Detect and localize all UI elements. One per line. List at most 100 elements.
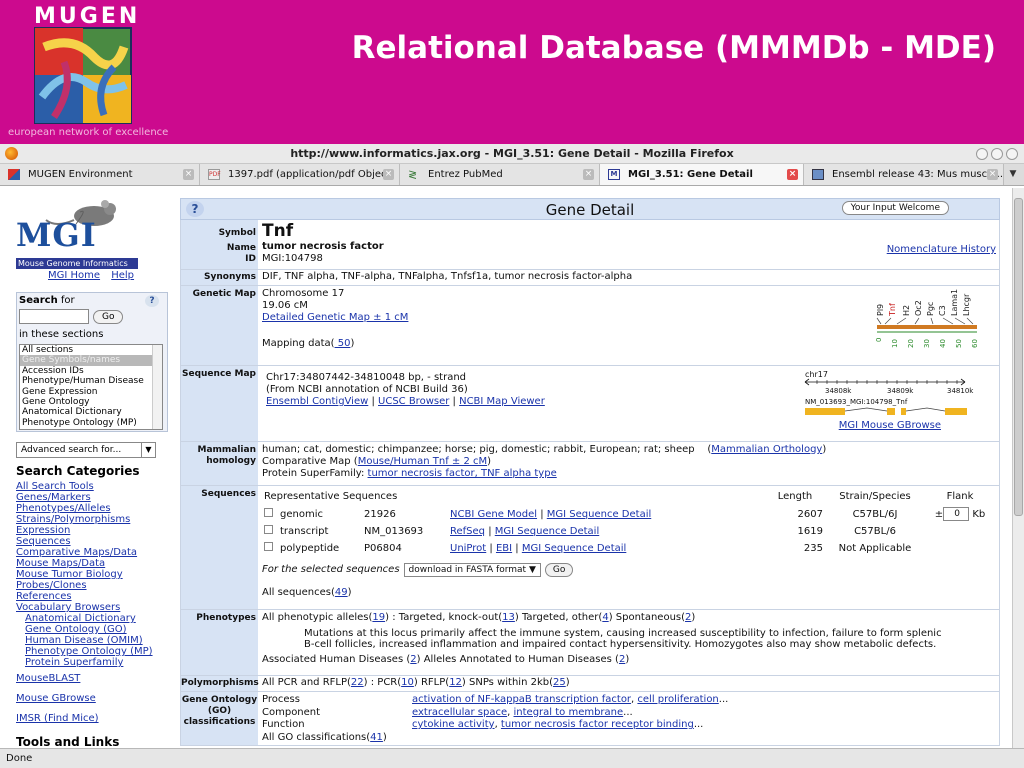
tab-pdf[interactable]: PDF 1397.pdf (application/pdf Object) × xyxy=(200,164,400,185)
table-row: genomic 21926 NCBI Gene Model | MGI Sequ… xyxy=(262,505,995,523)
pcr-link[interactable]: 10 xyxy=(401,677,414,688)
mouseblast-link[interactable]: MouseBLAST xyxy=(16,673,99,684)
gene-id: MGI:104798 xyxy=(262,253,323,264)
go-component-link[interactable]: extracellular space xyxy=(412,707,507,718)
ncbi-gene-model-link[interactable]: NCBI Gene Model xyxy=(450,509,537,520)
tab-mugen-environment[interactable]: MUGEN Environment × xyxy=(0,164,200,185)
select-checkbox[interactable] xyxy=(264,507,273,517)
pcr-rflp-link[interactable]: 22 xyxy=(351,677,364,688)
all-sequences-link[interactable]: 49 xyxy=(335,587,348,598)
rflp-link[interactable]: 12 xyxy=(449,677,462,688)
go-process-link[interactable]: cell proliferation xyxy=(637,694,718,705)
map-tick: 0 xyxy=(875,338,883,342)
snps-link[interactable]: 25 xyxy=(553,677,566,688)
phenotypic-alleles-link[interactable]: 19 xyxy=(372,612,385,623)
category-link[interactable]: Vocabulary Browsers xyxy=(16,602,153,613)
download-format-select[interactable]: download in FASTA format ▼ xyxy=(403,563,541,577)
tab-mgi-gene-detail[interactable]: M MGI_3.51: Gene Detail × xyxy=(600,164,804,185)
list-item[interactable]: Anatomical Dictionary xyxy=(20,407,162,417)
list-item[interactable]: Gene Ontology xyxy=(20,397,162,407)
mgi-sequence-detail-link[interactable]: MGI Sequence Detail xyxy=(522,543,626,554)
category-link[interactable]: All Search Tools xyxy=(16,481,153,492)
tab-list-dropdown[interactable]: ▼ xyxy=(1004,164,1022,185)
mgi-mouse-gbrowse-link[interactable]: MGI Mouse GBrowse xyxy=(839,420,941,432)
comparative-map-link[interactable]: Mouse/Human Tnf ± 2 cM xyxy=(358,456,487,467)
list-item[interactable]: All sections xyxy=(20,345,162,355)
mgi-sequence-detail-link[interactable]: MGI Sequence Detail xyxy=(547,509,651,520)
seq-tick: 34809k xyxy=(887,387,914,395)
list-item[interactable]: Gene Symbols/names xyxy=(20,355,162,366)
category-link[interactable]: Strains/Polymorphisms xyxy=(16,514,153,525)
close-tab-icon[interactable]: × xyxy=(383,169,394,180)
tab-ensembl[interactable]: Ensembl release 43: Mus muscu... × xyxy=(804,164,1004,185)
category-link[interactable]: Sequences xyxy=(16,536,153,547)
select-checkbox[interactable] xyxy=(264,542,273,551)
imsr-link[interactable]: IMSR (Find Mice) xyxy=(16,713,99,724)
go-component-link[interactable]: integral to membrane xyxy=(514,707,624,718)
go-function-link[interactable]: cytokine activity xyxy=(412,719,495,730)
flank-input[interactable]: 0 xyxy=(943,507,970,521)
mgi-sequence-detail-link[interactable]: MGI Sequence Detail xyxy=(495,526,599,537)
ebi-link[interactable]: EBI xyxy=(496,543,512,554)
ncbi-map-viewer-link[interactable]: NCBI Map Viewer xyxy=(459,396,545,407)
mapping-data-link[interactable]: 50 xyxy=(335,338,351,349)
go-process-link[interactable]: activation of NF-kappaB transcription fa… xyxy=(412,694,631,705)
go-function-link[interactable]: tumor necrosis factor receptor binding xyxy=(501,719,694,730)
window-controls xyxy=(976,148,1018,160)
detailed-genetic-map-link[interactable]: Detailed Genetic Map ± 1 cM xyxy=(262,312,408,323)
category-link[interactable]: Mouse Maps/Data xyxy=(16,558,153,569)
list-item[interactable]: Gene Expression xyxy=(20,387,162,397)
genetic-map-label: Genetic Map xyxy=(181,286,258,365)
mammalian-orthology-link[interactable]: Mammalian Orthology xyxy=(711,444,822,455)
ensembl-contigview-link[interactable]: Ensembl ContigView xyxy=(266,396,368,407)
knock-out-link[interactable]: 13 xyxy=(502,612,515,623)
fasta-go-button[interactable]: Go xyxy=(544,563,574,577)
category-link[interactable]: Mouse Tumor Biology xyxy=(16,569,153,580)
search-input[interactable] xyxy=(19,309,89,324)
page-scrollbar[interactable] xyxy=(1012,188,1024,748)
category-link[interactable]: Probes/Clones xyxy=(16,580,153,591)
category-link[interactable]: Phenotypes/Alleles xyxy=(16,503,153,514)
list-item[interactable]: Phenotype/Human Disease xyxy=(20,376,162,386)
category-sublink[interactable]: Anatomical Dictionary xyxy=(16,613,153,624)
category-sublink[interactable]: Human Disease (OMIM) xyxy=(16,635,153,646)
slide-title: Relational Database (MMMDb - MDE) xyxy=(351,30,996,66)
list-item[interactable]: Phenotype Ontology (MP) xyxy=(20,418,162,428)
category-link[interactable]: References xyxy=(16,591,153,602)
protein-superfamily-link[interactable]: tumor necrosis factor, TNF alpha type xyxy=(368,468,557,479)
list-item[interactable]: Accession IDs xyxy=(20,366,162,376)
minimize-button[interactable] xyxy=(976,148,988,160)
close-tab-icon[interactable]: × xyxy=(987,169,998,180)
uniprot-link[interactable]: UniProt xyxy=(450,543,486,554)
close-tab-icon[interactable]: × xyxy=(183,169,194,180)
your-input-welcome-button[interactable]: Your Input Welcome xyxy=(841,201,949,215)
select-checkbox[interactable] xyxy=(264,525,273,534)
all-go-link[interactable]: 41 xyxy=(370,732,383,743)
map-ticks: 0 10 20 30 40 50 60 xyxy=(875,338,979,348)
advanced-search-select[interactable]: ▼ Advanced search for... xyxy=(16,442,156,458)
tab-entrez-pubmed[interactable]: ≷ Entrez PubMed × xyxy=(400,164,600,185)
ucsc-browser-link[interactable]: UCSC Browser xyxy=(378,396,449,407)
refseq-link[interactable]: RefSeq xyxy=(450,526,485,537)
close-tab-icon[interactable]: × xyxy=(583,169,594,180)
marker-label: Lama1 xyxy=(950,289,959,316)
mgi-home-link[interactable]: MGI Home xyxy=(48,270,100,281)
category-link[interactable]: Genes/Markers xyxy=(16,492,153,503)
scrollbar-thumb[interactable] xyxy=(1014,198,1023,516)
search-go-button[interactable]: Go xyxy=(93,310,124,324)
mouse-gbrowse-link[interactable]: Mouse GBrowse xyxy=(16,693,99,704)
section-listbox[interactable]: All sections Gene Symbols/names Accessio… xyxy=(19,344,163,430)
category-link[interactable]: Expression xyxy=(16,525,153,536)
tab-bar: MUGEN Environment × PDF 1397.pdf (applic… xyxy=(0,164,1024,186)
close-window-button[interactable] xyxy=(1006,148,1018,160)
category-sublink[interactable]: Protein Superfamily xyxy=(16,657,153,668)
category-sublink[interactable]: Gene Ontology (GO) xyxy=(16,624,153,635)
category-link[interactable]: Comparative Maps/Data xyxy=(16,547,153,558)
help-link[interactable]: Help xyxy=(111,270,134,281)
maximize-button[interactable] xyxy=(991,148,1003,160)
search-help-icon[interactable]: ? xyxy=(145,295,159,307)
nomenclature-history-link[interactable]: Nomenclature History xyxy=(887,244,996,256)
close-tab-icon[interactable]: × xyxy=(787,169,798,180)
category-sublink[interactable]: Phenotype Ontology (MP) xyxy=(16,646,153,657)
listbox-scrollbar[interactable] xyxy=(152,345,162,429)
